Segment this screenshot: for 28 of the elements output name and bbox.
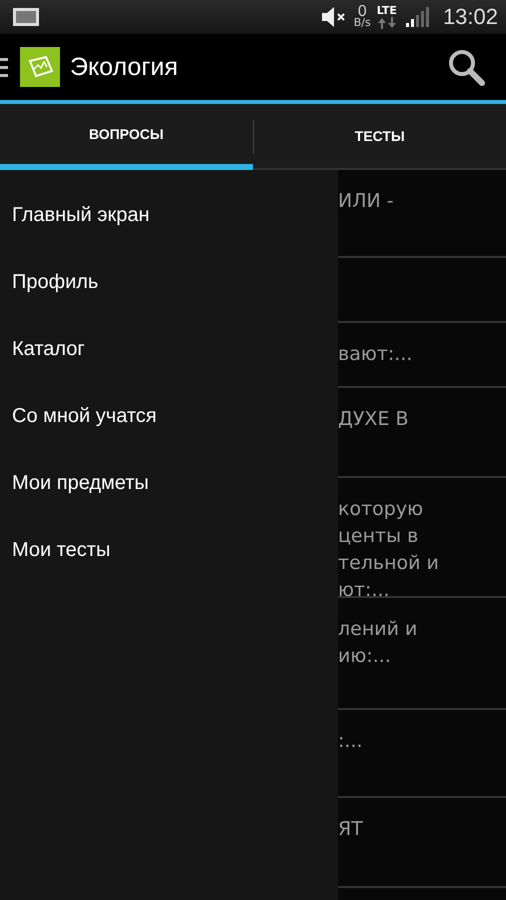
network-type: LTE (376, 5, 397, 17)
drawer-item[interactable]: Профиль (0, 249, 338, 316)
drawer-item[interactable]: Главный экран (0, 182, 338, 249)
image-notification-icon (12, 7, 40, 27)
signal-icon (404, 6, 431, 28)
net-speed-value: 0 (357, 5, 367, 17)
drawer-item[interactable]: Мои тесты (0, 517, 338, 584)
drawer-item[interactable]: Мои предметы (0, 450, 338, 517)
question-text: ИЛИ - (338, 189, 395, 214)
net-speed-unit: B/s (354, 17, 371, 29)
question-text: тельной и (338, 551, 440, 576)
clock: 13:02 (442, 4, 498, 30)
question-text: которую (338, 497, 424, 522)
data-arrows-icon (376, 17, 397, 29)
question-text: :... (338, 729, 364, 754)
question-text: ДУХЕ В (338, 407, 410, 432)
drawer-item[interactable]: Со мной учатся (0, 383, 338, 450)
question-text: центы в (338, 524, 420, 549)
question-text: вают:... (338, 342, 414, 367)
question-text: ЯТ (338, 817, 364, 842)
menu-icon[interactable] (0, 55, 8, 79)
question-text: ию:... (338, 644, 392, 669)
app-logo (20, 47, 60, 87)
drawer-item[interactable]: Каталог (0, 316, 338, 383)
search-icon[interactable] (446, 47, 486, 87)
question-text: лений и (338, 617, 418, 642)
app-title: Экология (70, 52, 178, 82)
question-text: ют:... (338, 578, 391, 603)
